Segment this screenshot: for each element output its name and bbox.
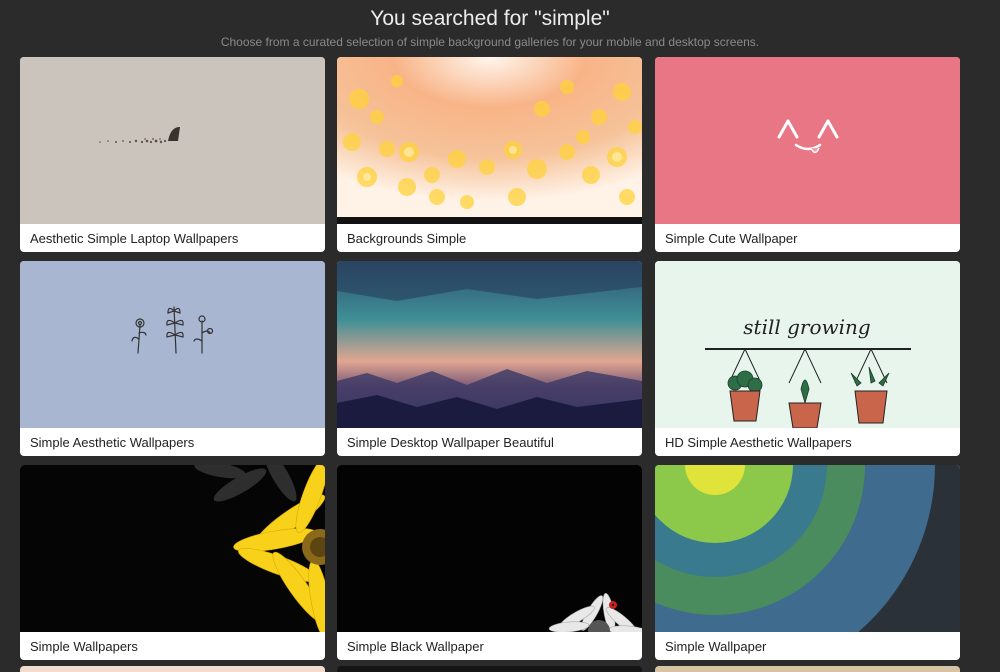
gallery-card[interactable]: Simple Cute Wallpaper: [655, 57, 960, 252]
gallery-card[interactable]: Simple Wallpaper: [655, 465, 960, 660]
gallery-card[interactable]: Simple Desktop Wallpaper Beautiful: [337, 261, 642, 456]
next-row-card-peek[interactable]: [337, 666, 642, 672]
gallery-card[interactable]: Simple Black Wallpaper: [337, 465, 642, 660]
thumbnail-image: [20, 261, 325, 428]
card-title[interactable]: Simple Wallpaper: [655, 632, 960, 660]
thumbnail-image: still growing: [655, 261, 960, 428]
thumbnail-image: [20, 57, 325, 224]
thumbnail-caption-text: still growing: [743, 315, 870, 339]
next-row-card-peek[interactable]: [20, 666, 325, 672]
page-title: You searched for "simple": [370, 7, 610, 30]
card-title[interactable]: Simple Desktop Wallpaper Beautiful: [337, 428, 642, 456]
gallery-card[interactable]: Simple Wallpapers: [20, 465, 325, 660]
card-title[interactable]: Simple Black Wallpaper: [337, 632, 642, 660]
thumbnail-image: [337, 57, 642, 224]
card-title[interactable]: Backgrounds Simple: [337, 224, 642, 252]
card-title[interactable]: Simple Cute Wallpaper: [655, 224, 960, 252]
next-row-card-peek[interactable]: [655, 666, 960, 672]
gallery-card[interactable]: Backgrounds Simple: [337, 57, 642, 252]
card-title[interactable]: Aesthetic Simple Laptop Wallpapers: [20, 224, 325, 252]
card-title[interactable]: HD Simple Aesthetic Wallpapers: [655, 428, 960, 456]
gallery-card[interactable]: Aesthetic Simple Laptop Wallpapers: [20, 57, 325, 252]
thumbnail-image: [20, 465, 325, 632]
card-title[interactable]: Simple Wallpapers: [20, 632, 325, 660]
card-title[interactable]: Simple Aesthetic Wallpapers: [20, 428, 325, 456]
thumbnail-image: [337, 261, 642, 428]
thumbnail-image: [655, 57, 960, 224]
thumbnail-image: [337, 465, 642, 632]
page-subtitle: Choose from a curated selection of simpl…: [220, 35, 760, 49]
thumbnail-image: [655, 465, 960, 632]
gallery-card[interactable]: still growing HD Simple Aesthetic Wallpa…: [655, 261, 960, 456]
gallery-card[interactable]: Simple Aesthetic Wallpapers: [20, 261, 325, 456]
